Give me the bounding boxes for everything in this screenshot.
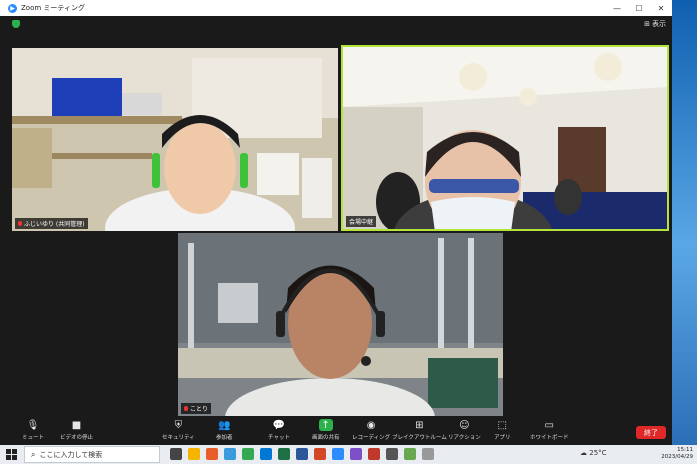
minimize-icon[interactable]: — [606,0,628,16]
desktop-background [672,0,697,445]
breakout-icon: ⊞ [415,419,424,431]
zoom-app-icon: ▶ [8,3,17,13]
reaction-icon: ☺ [459,419,470,431]
whiteboard-button[interactable]: ▭ ホワイトボード [530,419,569,442]
window-title: Zoom ミーティング [21,4,85,12]
mute-button[interactable]: 🎙 ミュート [22,419,44,442]
video-feed-2 [343,47,667,229]
acrobat-icon[interactable] [368,448,380,460]
firefox-icon[interactable] [206,448,218,460]
shield-icon: ⛨ [174,419,183,431]
video-tile-3[interactable]: ことり [178,233,503,416]
zoom-meeting-window: ▶ Zoom ミーティング — ☐ ✕ ⊞ 表示 ふじいゆり (共同管理) 会場… [0,0,672,445]
participant-name-label-1: ふじいゆり (共同管理) [15,218,88,229]
mail-icon[interactable] [260,448,272,460]
video-tile-1[interactable]: ふじいゆり (共同管理) [12,48,338,231]
edge-icon[interactable] [224,448,236,460]
chrome-icon[interactable] [242,448,254,460]
reactions-button[interactable]: ☺ リアクション [448,419,481,442]
share-screen-icon: ↑ [318,419,333,431]
search-placeholder: ここに入力して検索 [39,450,103,459]
record-icon: ◉ [366,419,376,431]
apps-icon: ⬚ [497,419,507,431]
end-meeting-button[interactable]: 終了 [636,426,666,439]
security-button[interactable]: ⛨ セキュリティ [162,419,195,442]
participant-name: ふじいゆり (共同管理) [24,221,85,228]
meeting-top-strip: ⊞ 表示 [0,16,672,32]
meeting-toolbar: 🎙 ミュート ■ ビデオの停止 ⛨ セキュリティ 👥 参加者 💬 チャット ↑ … [0,416,672,445]
weather-icon: ☁ [580,449,587,457]
video-feed-3 [178,233,503,416]
task-view-icon[interactable] [170,448,182,460]
excel-icon[interactable] [278,448,290,460]
participant-name: 会場中継 [349,219,374,226]
participants-icon: 👥 [218,419,231,431]
muted-mic-icon [184,406,188,411]
encryption-shield-icon[interactable] [12,20,20,28]
whiteboard-icon: ▭ [544,419,554,431]
breakout-rooms-button[interactable]: ⊞ ブレイクアウトルーム [392,419,447,442]
participant-name: ことり [190,406,209,413]
title-bar: ▶ Zoom ミーティング — ☐ ✕ [0,0,672,16]
chat-icon: 💬 [272,419,286,431]
maximize-icon[interactable]: ☐ [628,0,650,16]
file-explorer-icon[interactable] [188,448,200,460]
weather-text: 25°C [589,449,607,457]
muted-mic-icon [18,221,22,226]
powerpoint-icon[interactable] [314,448,326,460]
clock[interactable]: 15:11 2023/04/29 [661,447,693,461]
stop-video-button[interactable]: ■ ビデオの停止 [60,419,93,442]
chat-button[interactable]: 💬 チャット [268,419,290,442]
clock-time: 15:11 [677,447,693,453]
share-screen-button[interactable]: ↑ 画面の共有 [312,419,340,441]
windows-taskbar: ⌕ ここに入力して検索 ☁ 25°C 15:11 2023/04/29 [0,445,697,464]
video-tile-2-active-speaker[interactable]: 会場中継 [341,45,669,231]
app-icon[interactable] [422,448,434,460]
view-button[interactable]: ⊞ 表示 [644,19,666,29]
record-button[interactable]: ◉ レコーディング [352,419,390,442]
apps-button[interactable]: ⬚ アプリ [494,419,511,442]
video-feed-1 [12,48,338,231]
search-icon: ⌕ [31,449,36,459]
participant-name-label-2: 会場中継 [346,216,377,227]
windows-start-icon[interactable] [6,449,17,460]
microphone-icon: 🎙 [26,419,40,431]
taskbar-search-box[interactable]: ⌕ ここに入力して検索 [24,446,160,463]
grid-view-icon: ⊞ [644,20,650,28]
view-label: 表示 [652,20,666,28]
word-icon[interactable] [296,448,308,460]
system-tray[interactable]: ☁ 25°C [580,449,607,457]
close-icon[interactable]: ✕ [650,0,672,16]
zoom-taskbar-icon[interactable] [332,448,344,460]
teams-icon[interactable] [350,448,362,460]
app-icon[interactable] [404,448,416,460]
clock-date: 2023/04/29 [661,454,693,460]
participant-name-label-3: ことり [181,403,212,414]
participants-button[interactable]: 👥 参加者 [216,419,233,442]
camera-icon: ■ [71,419,82,431]
settings-icon[interactable] [386,448,398,460]
